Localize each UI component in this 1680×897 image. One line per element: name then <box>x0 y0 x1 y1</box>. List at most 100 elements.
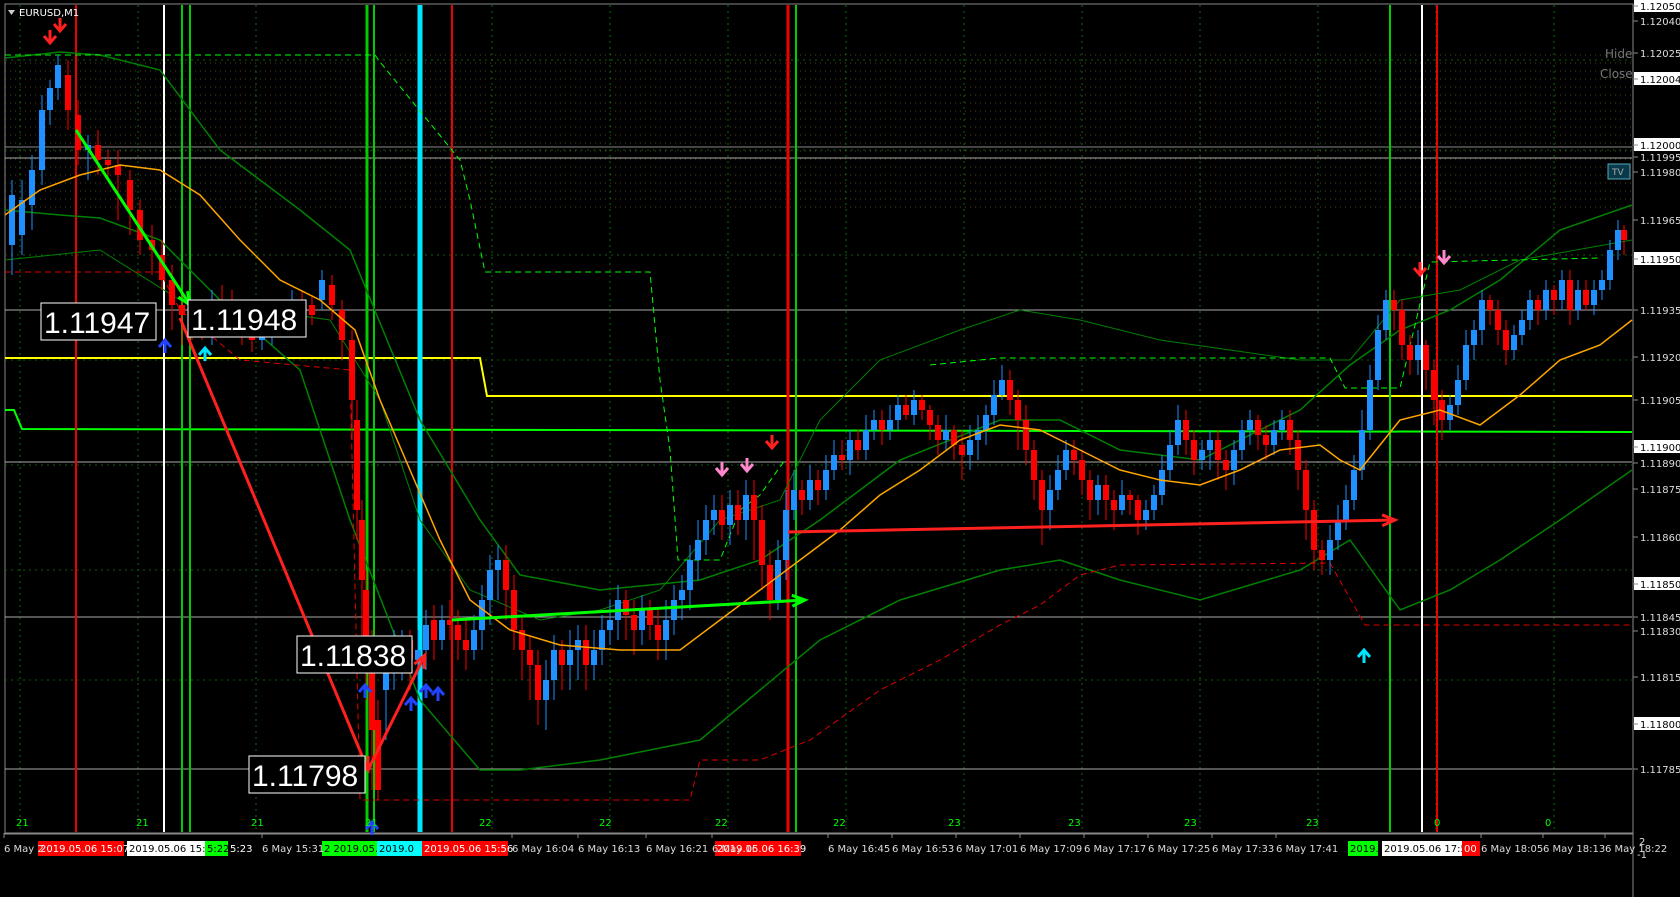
time-tick-label: 6 May 16:13 <box>578 844 640 855</box>
time-tick-label: 6 May 17:41 <box>1276 844 1338 855</box>
hide-button[interactable]: Hide <box>1605 47 1632 61</box>
chart-window[interactable]: 1.11947 1.11948 1.11838 1.11798 EURUSD,M… <box>0 0 1680 897</box>
arrow-up-icon <box>430 685 446 701</box>
cycle-label: 23 <box>948 818 961 829</box>
candle-body <box>1479 300 1485 330</box>
candle-body <box>479 600 485 630</box>
candle-body <box>503 560 509 590</box>
candle-body <box>591 650 597 665</box>
candle-body <box>631 615 637 630</box>
arrow-up-icon <box>1356 647 1372 663</box>
candle-body <box>679 590 685 600</box>
window-title[interactable]: EURUSD,M1 <box>8 8 79 19</box>
time-tick-label: 6 May 17:25 <box>1148 844 1210 855</box>
candle-body <box>1079 460 1085 480</box>
price-label-1: 1.11947 <box>40 302 157 341</box>
candle-body <box>1127 495 1133 500</box>
candle-body <box>1535 300 1541 310</box>
horizontal-levels <box>5 146 1633 770</box>
candle-body <box>1621 230 1627 240</box>
candle-body <box>1087 480 1093 500</box>
price-chart[interactable]: 1.11947 1.11948 1.11838 1.11798 EURUSD,M… <box>0 0 1680 897</box>
candle-body <box>1615 230 1621 250</box>
tv-button[interactable]: TV <box>1607 163 1631 180</box>
price-tick-label: 1.12004 <box>1640 75 1680 86</box>
candle-body <box>354 420 360 510</box>
time-tick-label: 6 May 16:21 <box>646 844 708 855</box>
candle-body <box>1335 520 1341 540</box>
candle-body <box>511 590 517 630</box>
trend-arrow-red-1[interactable] <box>178 317 370 774</box>
trend-shaft <box>178 317 370 771</box>
price-label-2: 1.11948 <box>187 299 307 338</box>
candle-body <box>927 410 933 425</box>
candle-body <box>1135 500 1141 520</box>
candle-body <box>1607 250 1613 280</box>
time-tag-label: 2019.05.06 15:56 <box>424 844 513 855</box>
cycle-label: 21 <box>16 818 29 829</box>
price-tick-label: 1.12000 <box>1640 141 1680 152</box>
candle-body <box>1527 300 1533 320</box>
candle-body <box>1575 290 1581 310</box>
candle-body <box>943 430 949 440</box>
price-axis: 1.120501.120401.120251.120041.120001.119… <box>1633 0 1680 776</box>
svg-text:TV: TV <box>1611 168 1624 178</box>
candle-body <box>983 415 989 430</box>
candle-body <box>991 395 997 415</box>
candle-body <box>47 88 53 110</box>
price-tick-label: 1.11905 <box>1640 396 1680 407</box>
arrow-down-icon <box>1436 250 1452 266</box>
candle-body <box>1367 380 1373 430</box>
candle-body <box>1303 470 1309 510</box>
trend-arrow-red-3[interactable] <box>787 513 1399 534</box>
time-tag-label: 2019.05.06 15:07 <box>40 844 129 855</box>
svg-text:1.11947: 1.11947 <box>44 307 150 340</box>
close-button[interactable]: Close <box>1600 67 1633 81</box>
candle-body <box>1239 430 1245 450</box>
candle-body <box>1183 420 1189 440</box>
candle-body <box>1063 450 1069 470</box>
candle-body <box>1503 330 1509 350</box>
candle-body <box>879 420 885 430</box>
time-tag-label: 2019.05.06 17:58 <box>1384 844 1473 855</box>
triangle-down-icon[interactable] <box>8 10 15 15</box>
candle-body <box>1511 335 1517 350</box>
time-tick-label: 6 May 18:13 <box>1543 844 1605 855</box>
candle-body <box>1383 300 1389 330</box>
ma-line <box>4 164 1633 651</box>
candle-body <box>39 110 45 170</box>
cycle-label: 0 <box>1434 818 1440 829</box>
candle-body <box>1319 550 1325 560</box>
candle-body <box>791 490 797 510</box>
candle-body <box>551 650 557 680</box>
svg-text:1.11798: 1.11798 <box>252 760 358 793</box>
arrow-down-icon <box>764 435 780 451</box>
time-tick-label: 6 May 16:53 <box>892 844 954 855</box>
candle-body <box>959 445 965 455</box>
axis-corner-top: 2 <box>1639 837 1645 848</box>
candle-body <box>1023 420 1029 450</box>
candle-body <box>1295 440 1301 470</box>
candle-body <box>1287 420 1293 440</box>
candle-body <box>319 280 325 300</box>
price-tick-label: 1.11850 <box>1640 580 1680 591</box>
candle-body <box>919 400 925 410</box>
arrow-down-icon <box>1412 262 1428 278</box>
time-tag-label: 00 <box>1464 844 1477 855</box>
price-tick-label: 1.12025 <box>1640 49 1680 60</box>
candle-body <box>735 505 741 520</box>
candle-body <box>1167 445 1173 470</box>
candle-body <box>1415 345 1421 360</box>
candle-body <box>1391 300 1397 310</box>
candle-body <box>1327 540 1333 560</box>
trend-arrows[interactable] <box>74 129 1399 774</box>
time-tick-label: 6 May 17:17 <box>1084 844 1146 855</box>
svg-text:1.11838: 1.11838 <box>300 640 406 673</box>
candle-body <box>895 405 901 420</box>
candle-body <box>1407 345 1413 360</box>
candle-body <box>1071 450 1077 460</box>
candle-body <box>1007 380 1013 400</box>
arrow-down-icon <box>739 458 755 474</box>
candle-body <box>583 640 589 665</box>
candle-body <box>1431 370 1437 400</box>
